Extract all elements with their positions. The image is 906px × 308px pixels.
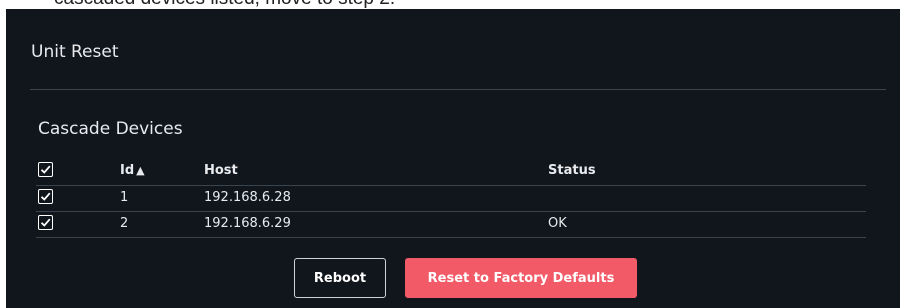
row-select-cell [38,189,53,208]
row-id: 2 [120,216,129,231]
row-host: 192.168.6.28 [204,190,291,205]
panel-title: Unit Reset [31,42,119,62]
unit-reset-panel: Unit Reset Cascade Devices Id ▲ Host Stat… [6,9,900,308]
select-all-checkbox[interactable] [38,162,53,177]
row-host: 192.168.6.29 [204,216,291,231]
row-id: 1 [120,190,129,205]
check-icon [40,165,51,174]
divider [30,89,886,90]
column-header-host[interactable]: Host [204,163,238,178]
check-icon [40,192,51,201]
table-header-row: Id ▲ Host Status [36,159,866,186]
document-text: cascaded devices listed, move to step 2. [54,0,395,9]
table-row: 1 192.168.6.28 [36,186,866,212]
document-text-strip: cascaded devices listed, move to step 2. [0,0,906,9]
cascade-devices-table: Id ▲ Host Status 1 192.168.6.28 2 192.16… [36,159,866,238]
row-checkbox[interactable] [38,215,53,230]
reset-factory-defaults-button[interactable]: Reset to Factory Defaults [405,258,637,298]
row-select-cell [38,215,53,234]
section-title-cascade-devices: Cascade Devices [38,119,183,139]
row-checkbox[interactable] [38,189,53,204]
column-header-id-label: Id [120,163,135,178]
table-row: 2 192.168.6.29 OK [36,212,866,238]
sort-ascending-icon: ▲ [136,164,145,177]
reboot-button[interactable]: Reboot [294,258,386,298]
check-icon [40,218,51,227]
select-all-cell [38,162,53,181]
column-header-status[interactable]: Status [548,163,596,178]
column-header-id[interactable]: Id ▲ [120,163,145,178]
row-status: OK [548,216,567,231]
